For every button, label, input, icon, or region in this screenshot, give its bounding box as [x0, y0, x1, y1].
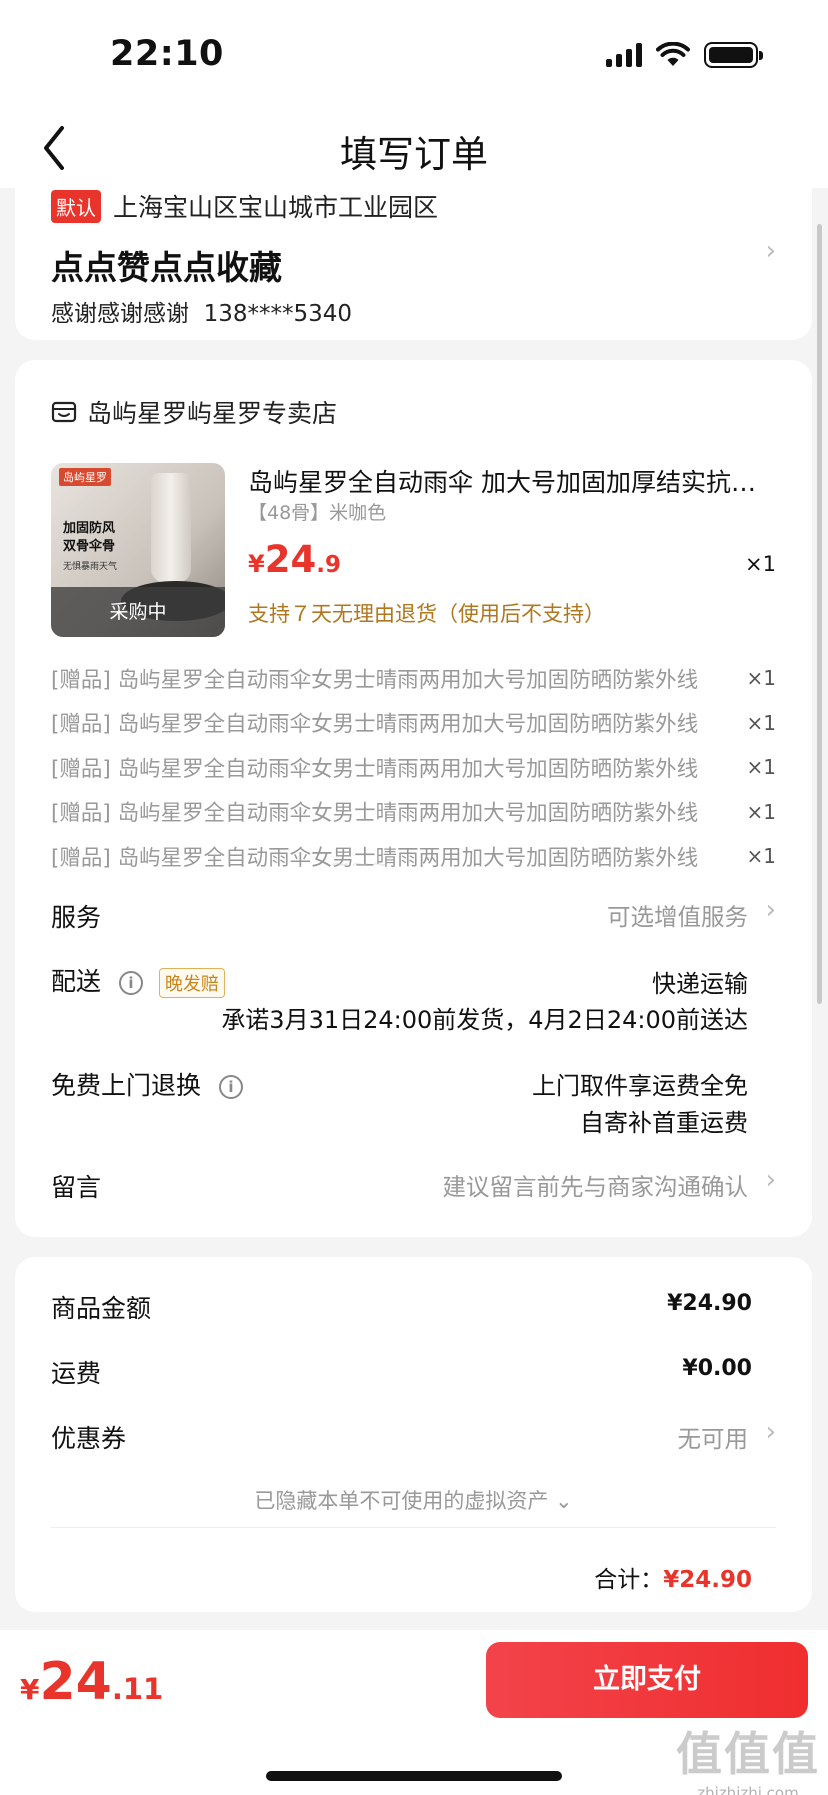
thumb-caption-line2: 双骨伞骨	[63, 539, 116, 554]
bottom-price-decimal: .11	[111, 1672, 164, 1706]
order-card: 岛屿星罗屿星罗专卖店 岛屿星罗 加固防风 双骨伞骨 无惧暴雨天气 采购中 岛屿星…	[15, 360, 812, 1237]
status-time: 22:10	[110, 34, 224, 74]
gift-quantity: ×1	[746, 666, 776, 691]
chevron-right-icon: ›	[765, 895, 776, 925]
address-detail: 点点赞点点收藏	[51, 248, 282, 287]
total-value: ¥24.90	[663, 1567, 752, 1593]
wifi-icon	[656, 42, 690, 66]
hidden-assets-toggle[interactable]: 已隐藏本单不可使用的虚拟资产 ⌄	[15, 1485, 812, 1515]
contact-name: 感谢感谢感谢	[51, 301, 189, 327]
address-region-row: 默认 上海宝山区宝山城市工业园区	[51, 188, 438, 224]
shop-icon	[51, 401, 77, 423]
chevron-down-icon: ⌄	[555, 1489, 573, 1513]
divider	[51, 1527, 776, 1528]
info-icon[interactable]: i	[118, 971, 143, 995]
service-value: 可选增值服务	[607, 903, 748, 931]
corner-watermark-logo: 值值值 zhizhizhi.com	[676, 1718, 820, 1795]
hidden-assets-text: 已隐藏本单不可使用的虚拟资产	[254, 1489, 549, 1513]
status-bar: 22:10	[0, 0, 828, 110]
service-label: 服务	[51, 903, 102, 932]
gift-name: [赠品] 岛屿星罗全自动雨伞女男士晴雨两用加大号加固防晒防紫外线	[51, 801, 699, 827]
gift-name: [赠品] 岛屿星罗全自动雨伞女男士晴雨两用加大号加固防晒防紫外线	[51, 712, 699, 738]
message-input[interactable]: 建议留言前先与商家沟通确认	[443, 1168, 749, 1202]
purchasing-badge: 采购中	[51, 587, 225, 637]
return-pickup-line2: 自寄补首重运费	[580, 1109, 748, 1137]
gift-name: [赠品] 岛屿星罗全自动雨伞女男士晴雨两用加大号加固防晒防紫外线	[51, 756, 699, 782]
home-indicator[interactable]	[266, 1771, 562, 1781]
status-icons	[606, 42, 763, 68]
gift-name: [赠品] 岛屿星罗全自动雨伞女男士晴雨两用加大号加固防晒防紫外线	[51, 667, 699, 693]
return-pickup-label: 免费上门退换	[51, 1071, 202, 1100]
total-label: 合计：	[594, 1567, 664, 1593]
gift-item: [赠品] 岛屿星罗全自动雨伞女男士晴雨两用加大号加固防晒防紫外线 ×1	[51, 701, 776, 746]
gift-quantity: ×1	[746, 755, 776, 780]
price-integer: 24	[264, 538, 317, 581]
price-currency: ¥	[248, 550, 265, 578]
return-pickup-line1: 上门取件享运费全免	[532, 1072, 748, 1100]
goods-amount-value: ¥24.90	[667, 1291, 752, 1316]
gift-quantity: ×1	[746, 844, 776, 869]
chevron-right-icon: ›	[765, 236, 776, 266]
nav-bar: 填写订单	[0, 110, 828, 188]
umbrella-image	[151, 473, 191, 583]
chevron-right-icon: ›	[765, 1417, 776, 1447]
watermark: ~~~	[330, 850, 391, 878]
corner-watermark-url: zhizhizhi.com	[697, 1784, 799, 1795]
signal-icon	[606, 43, 642, 67]
message-label: 留言	[51, 1173, 102, 1202]
product-title[interactable]: 岛屿星罗全自动雨伞 加大号加固加厚结实抗风晴雨两用	[248, 463, 778, 499]
delivery-label-group: 配送 i 晚发赔	[51, 962, 225, 998]
delivery-method: 快递运输	[652, 970, 748, 998]
address-region: 上海宝山区宝山城市工业园区	[113, 193, 439, 222]
delivery-label: 配送	[51, 967, 102, 996]
product-spec: 【48骨】米咖色	[248, 502, 387, 524]
bottom-price-integer: 24	[39, 1652, 112, 1712]
gift-quantity: ×1	[746, 799, 776, 824]
address-card[interactable]: 默认 上海宝山区宝山城市工业园区 点点赞点点收藏 感谢感谢感谢 138****5…	[15, 186, 812, 340]
info-icon[interactable]: i	[218, 1075, 243, 1099]
page-title: 填写订单	[340, 133, 488, 176]
thumb-brand: 岛屿星罗	[59, 468, 111, 486]
bottom-price: ¥24.11	[20, 1652, 163, 1712]
shipping-label: 运费	[51, 1359, 102, 1388]
delivery-promise: 承诺3月31日24:00前发货，4月2日24:00前送达	[221, 1006, 748, 1034]
gift-quantity: ×1	[746, 710, 776, 735]
return-policy: 支持７天无理由退货（使用后不支持）	[248, 602, 605, 626]
contact-phone: 138****5340	[203, 301, 353, 327]
thumb-caption-line1: 加固防风	[63, 521, 116, 536]
gift-list: [赠品] 岛屿星罗全自动雨伞女男士晴雨两用加大号加固防晒防紫外线 ×1 [赠品]…	[51, 656, 776, 879]
gift-item: [赠品] 岛屿星罗全自动雨伞女男士晴雨两用加大号加固防晒防紫外线 ×1	[51, 834, 776, 879]
pay-now-button[interactable]: 立即支付	[486, 1642, 808, 1718]
coupon-label: 优惠券	[51, 1424, 127, 1453]
product-price: ¥24.9	[248, 538, 341, 581]
product-thumbnail[interactable]: 岛屿星罗 加固防风 双骨伞骨 无惧暴雨天气 采购中	[51, 463, 225, 637]
product-quantity: ×1	[745, 552, 776, 576]
shipping-value: ¥0.00	[682, 1356, 752, 1381]
address-contact: 感谢感谢感谢 138****5340	[51, 294, 352, 328]
gift-item: [赠品] 岛屿星罗全自动雨伞女男士晴雨两用加大号加固防晒防紫外线 ×1	[51, 745, 776, 790]
corner-watermark-text: 值值值	[676, 1727, 820, 1781]
goods-amount-label: 商品金额	[51, 1294, 152, 1323]
battery-icon	[704, 42, 763, 68]
gift-item: [赠品] 岛屿星罗全自动雨伞女男士晴雨两用加大号加固防晒防紫外线 ×1	[51, 790, 776, 835]
default-tag: 默认	[51, 189, 101, 223]
shop-row[interactable]: 岛屿星罗屿星罗专卖店	[51, 394, 337, 430]
price-summary-card: 商品金额 ¥24.90 运费 ¥0.00 优惠券 无可用 › 已隐藏本单不可使用…	[15, 1257, 812, 1612]
total-row: 合计：¥24.90	[594, 1560, 752, 1594]
thumb-subcaption: 无惧暴雨天气	[63, 562, 118, 572]
gift-item: [赠品] 岛屿星罗全自动雨伞女男士晴雨两用加大号加固防晒防紫外线 ×1	[51, 656, 776, 701]
coupon-value: 无可用	[677, 1425, 749, 1453]
price-decimal: .9	[316, 552, 341, 578]
late-compensation-tag: 晚发赔	[158, 968, 225, 998]
return-pickup-label-group: 免费上门退换 i	[51, 1066, 243, 1102]
chevron-right-icon: ›	[765, 1165, 776, 1195]
scrollbar[interactable]	[817, 224, 822, 1004]
bottom-price-currency: ¥	[20, 1673, 40, 1706]
shop-name: 岛屿星罗屿星罗专卖店	[87, 399, 338, 428]
thumb-caption: 加固防风 双骨伞骨	[63, 520, 115, 556]
